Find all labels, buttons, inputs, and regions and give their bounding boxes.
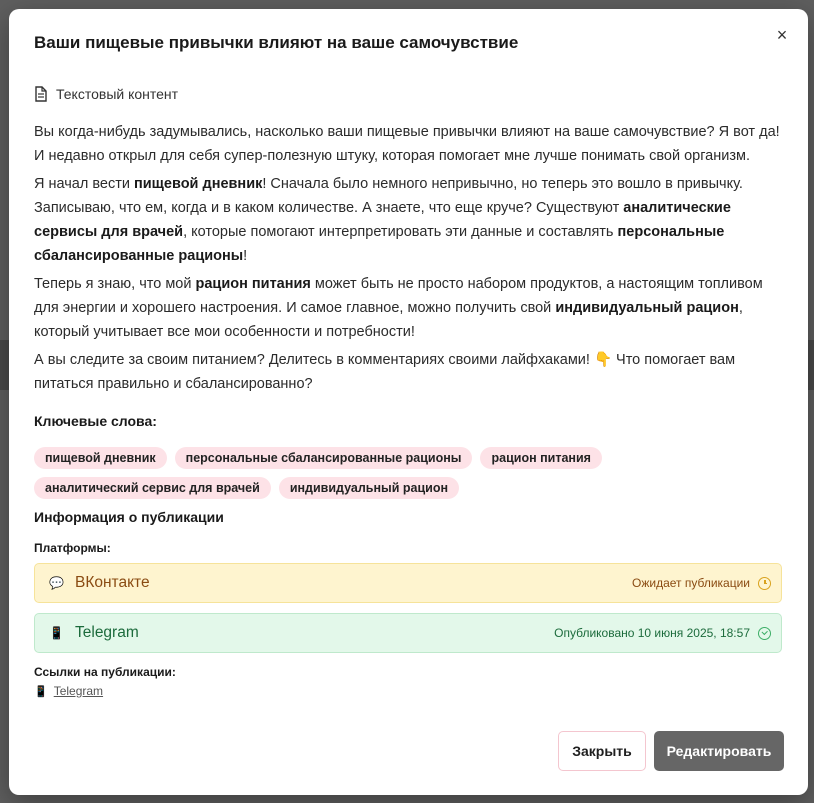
platform-status: Ожидает публикации (632, 576, 750, 590)
post-paragraph: Вы когда-нибудь задумывались, насколько … (34, 120, 786, 168)
post-paragraph: Я начал вести пищевой дневник! Сначала б… (34, 172, 786, 268)
content-type-label: Текстовый контент (56, 86, 179, 102)
keywords-list: пищевой дневник персональные сбалансирова… (34, 447, 794, 507)
phone-icon: 📱 (49, 626, 64, 640)
keywords-heading: Ключевые слова: (34, 413, 157, 429)
check-circle-icon (758, 626, 771, 640)
keyword-tag: аналитический сервис для врачей (34, 477, 271, 499)
document-icon (35, 86, 47, 102)
platform-row-telegram[interactable]: 📱 Telegram Опубликовано 10 июня 2025, 18… (34, 613, 782, 653)
phone-icon: 📱 (34, 685, 48, 698)
post-paragraph: Теперь я знаю, что мой рацион питания мо… (34, 272, 786, 344)
post-text: Я начал вести (34, 176, 134, 192)
keyword-tag: рацион питания (480, 447, 602, 469)
post-text: Вы когда-нибудь задумывались, насколько … (34, 124, 780, 164)
edit-button[interactable]: Редактировать (654, 731, 784, 771)
post-text: , которые помогают интерпретировать эти … (183, 224, 618, 240)
publication-modal: Ваши пищевые привычки влияют на ваше сам… (9, 9, 808, 795)
clock-icon (758, 576, 771, 590)
background-fragment (0, 340, 9, 390)
post-keyword-text: индивидуальный рацион (555, 300, 739, 316)
keywords-row: аналитический сервис для врачей индивидуа… (34, 477, 794, 499)
post-text: А вы следите за своим питанием? Делитесь… (34, 352, 736, 392)
publication-link[interactable]: 📱 Telegram (34, 684, 103, 698)
modal-title: Ваши пищевые привычки влияют на ваше сам… (34, 33, 519, 52)
keywords-row: пищевой дневник персональные сбалансирова… (34, 447, 794, 469)
platforms-label: Платформы: (34, 541, 111, 555)
platform-status: Опубликовано 10 июня 2025, 18:57 (554, 626, 750, 640)
post-text: ! (243, 248, 248, 264)
close-button[interactable]: Закрыть (558, 731, 646, 771)
platform-name: ВКонтакте (75, 574, 150, 591)
keyword-tag: индивидуальный рацион (278, 477, 460, 499)
keyword-tag: пищевой дневник (34, 447, 167, 469)
speech-bubble-icon: 💬 (49, 576, 64, 590)
post-keyword-text: пищевой дневник (134, 176, 263, 192)
publication-info-heading: Информация о публикации (34, 509, 224, 525)
content-type: Текстовый контент (34, 86, 178, 102)
post-keyword-text: рацион питания (195, 276, 311, 292)
post-text: Теперь я знаю, что мой (34, 276, 196, 292)
platform-name: Telegram (75, 624, 139, 641)
platform-row-vk[interactable]: 💬 ВКонтакте Ожидает публикации (34, 563, 782, 603)
telegram-link[interactable]: Telegram (54, 684, 103, 698)
post-paragraph: А вы следите за своим питанием? Делитесь… (34, 348, 786, 396)
keyword-tag: персональные сбалансированные рационы (174, 447, 473, 469)
links-label: Ссылки на публикации: (34, 665, 176, 679)
post-body: Вы когда-нибудь задумывались, насколько … (34, 120, 786, 400)
close-icon[interactable]: × (770, 23, 794, 47)
